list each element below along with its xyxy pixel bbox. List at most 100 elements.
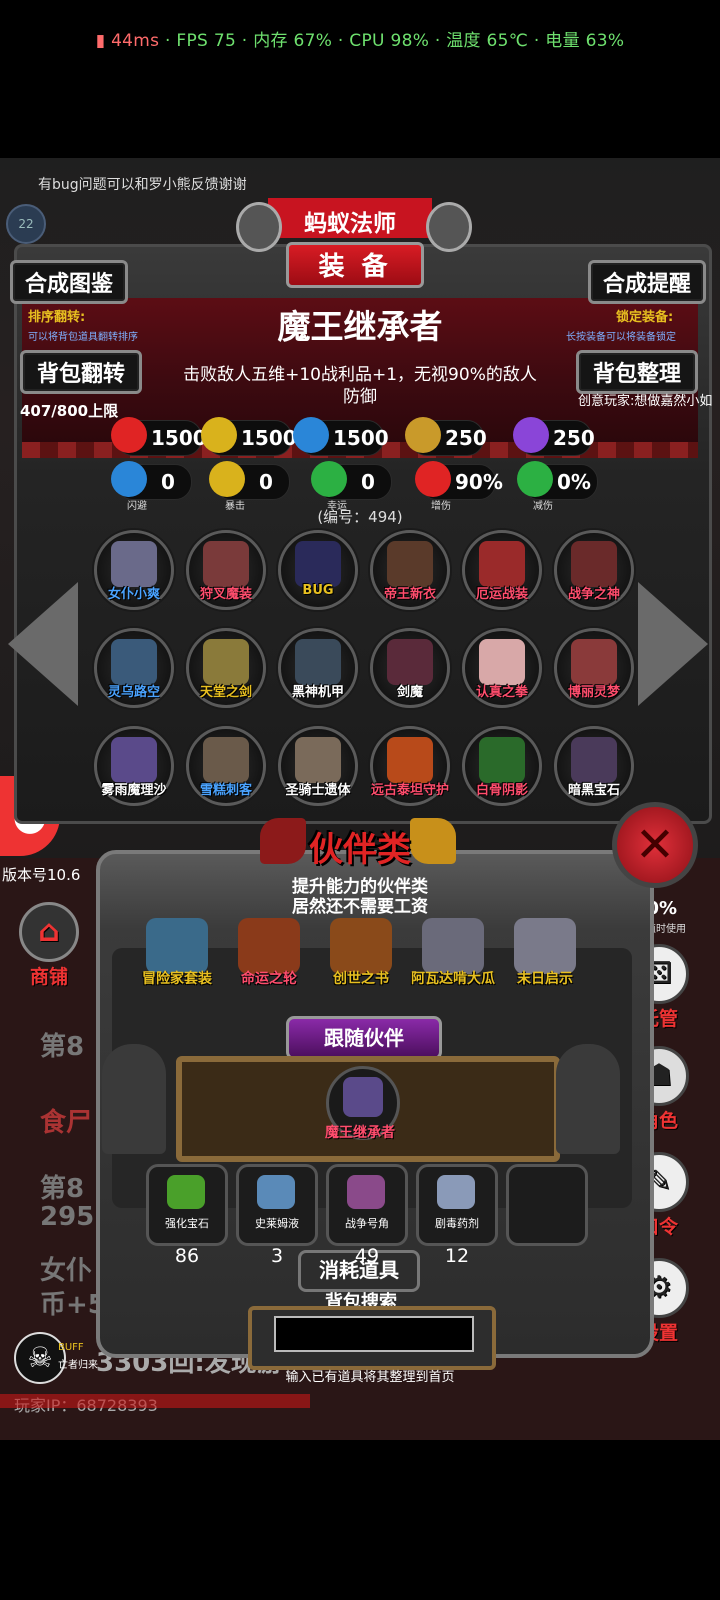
equipment-slot[interactable]: 厄运战装 bbox=[462, 530, 542, 610]
companion-item[interactable]: 命运之轮 bbox=[228, 914, 310, 996]
stat-shield: 0% 减伤 bbox=[517, 461, 598, 512]
level-badge: 22 bbox=[6, 204, 46, 244]
stat-label: 减伤 bbox=[533, 501, 553, 512]
heart-icon bbox=[111, 417, 147, 453]
equipment-slot[interactable]: 暗黑宝石 bbox=[554, 726, 634, 806]
next-page-arrow-icon[interactable] bbox=[638, 582, 708, 706]
companion-item[interactable]: 末日启示 bbox=[504, 914, 586, 996]
equipment-portrait bbox=[479, 541, 525, 587]
equipment-slot[interactable]: 雪糕刺客 bbox=[186, 726, 266, 806]
equipment-portrait bbox=[203, 541, 249, 587]
stat-value: 1500 bbox=[151, 426, 207, 450]
bg-line-2: 食尸 bbox=[40, 1108, 93, 1138]
consumable-slot[interactable]: 强化宝石 86 bbox=[146, 1164, 228, 1267]
strength-icon bbox=[201, 417, 237, 453]
damage-up-icon bbox=[415, 461, 451, 497]
companion-item[interactable]: 创世之书 bbox=[320, 914, 402, 996]
equipment-name: 博丽灵梦 bbox=[567, 685, 620, 700]
equipment-slot[interactable]: 白骨阴影 bbox=[462, 726, 542, 806]
equipment-slot[interactable]: 雾雨魔理沙 bbox=[94, 726, 174, 806]
equipment-slot[interactable]: 博丽灵梦 bbox=[554, 628, 634, 708]
equipment-name: 女仆小爽 bbox=[107, 587, 160, 602]
creator-text: 创意玩家:想做嘉然小如 bbox=[578, 394, 713, 409]
equipment-slot[interactable]: 帝王新衣 bbox=[370, 530, 450, 610]
consumable-icon bbox=[347, 1175, 385, 1209]
lock-equip-hint: 长按装备可以将装备锁定 bbox=[566, 332, 676, 343]
companion-item[interactable]: 冒险家套装 bbox=[136, 914, 218, 996]
stat-value: 0 bbox=[161, 470, 175, 494]
equipment-slot[interactable]: 狩叉魔装 bbox=[186, 530, 266, 610]
synthesis-reminder-button[interactable]: 合成提醒 bbox=[588, 260, 706, 304]
companion-item[interactable]: 阿瓦达啃大瓜 bbox=[411, 914, 495, 996]
game-screen: 22 有bug问题可以和罗小熊反馈谢谢 ● 版本号10.6 第8 食尸 第8 2… bbox=[0, 158, 720, 1440]
stat-value: 1500 bbox=[333, 426, 389, 450]
stat-value: 250 bbox=[445, 426, 487, 450]
stat-value: 250 bbox=[553, 426, 595, 450]
skull-ornament-left-icon bbox=[236, 202, 282, 252]
equipment-slot[interactable]: 灵乌路空 bbox=[94, 628, 174, 708]
stat-strength: 1500 bbox=[201, 417, 297, 456]
equipment-name: 天堂之剑 bbox=[199, 685, 252, 700]
sidebar-item-shop[interactable]: ⌂ 商铺 bbox=[14, 902, 84, 989]
sword-icon bbox=[405, 417, 441, 453]
search-input[interactable] bbox=[274, 1316, 474, 1352]
equipment-name: 远古泰坦守护 bbox=[370, 783, 449, 798]
sort-flip-label: 排序翻转: bbox=[28, 310, 86, 325]
consumable-count: 86 bbox=[174, 1245, 200, 1267]
buff-sub-label: 亡者归来 bbox=[58, 1360, 98, 1371]
perf-text: · FPS 75 · 内存 67% · CPU 98% · 温度 65℃ · bbox=[159, 31, 546, 51]
consumable-slot[interactable]: 战争号角 49 bbox=[326, 1164, 408, 1267]
dragon-statue-right-icon bbox=[556, 1044, 620, 1154]
lightning-icon bbox=[513, 417, 549, 453]
equipment-name: 黑神机甲 bbox=[291, 685, 344, 700]
synthesis-book-button[interactable]: 合成图鉴 bbox=[10, 260, 128, 304]
equipment-slot[interactable]: 黑神机甲 bbox=[278, 628, 358, 708]
equipment-slot[interactable]: 战争之神 bbox=[554, 530, 634, 610]
equipment-portrait bbox=[295, 639, 341, 685]
consumable-slot[interactable]: 史莱姆液 3 bbox=[236, 1164, 318, 1267]
dragon-statue-left-icon bbox=[102, 1044, 166, 1154]
equipment-slot[interactable]: 圣骑士遗体 bbox=[278, 726, 358, 806]
stat-wind: 0 闪避 bbox=[111, 461, 192, 512]
consumable-icon bbox=[437, 1175, 475, 1209]
companion-portrait bbox=[514, 918, 576, 974]
consumable-count: 12 bbox=[444, 1245, 470, 1267]
sort-flip-hint: 可以将背包道具翻转排序 bbox=[28, 332, 138, 343]
equipment-slot[interactable]: 女仆小爽 bbox=[94, 530, 174, 610]
consumable-slot[interactable]: 剧毒药剂 12 bbox=[416, 1164, 498, 1267]
stat-damage-up: 90% 增伤 bbox=[415, 461, 503, 512]
equipment-name: 灵乌路空 bbox=[107, 685, 160, 700]
bag-sort-button[interactable]: 背包整理 bbox=[576, 350, 698, 394]
equipment-name: 雾雨魔理沙 bbox=[101, 783, 167, 798]
stat-value: 90% bbox=[455, 470, 503, 494]
bag-flip-button[interactable]: 背包翻转 bbox=[20, 350, 142, 394]
equipment-slot[interactable]: 天堂之剑 bbox=[186, 628, 266, 708]
lock-equip-label: 锁定装备: bbox=[616, 310, 674, 325]
consumable-slot-empty[interactable] bbox=[506, 1164, 588, 1246]
equipment-slot[interactable]: 远古泰坦守护 bbox=[370, 726, 450, 806]
companion-name: 末日启示 bbox=[517, 971, 573, 987]
equipment-name: 暗黑宝石 bbox=[567, 783, 620, 798]
signal-icon: ▮ bbox=[95, 31, 106, 51]
close-button[interactable]: ✕ bbox=[612, 802, 698, 888]
follow-companion-label: 跟随伙伴 bbox=[324, 1026, 404, 1050]
prev-page-arrow-icon[interactable] bbox=[8, 582, 78, 706]
equipment-portrait bbox=[387, 541, 433, 587]
stat-clover: 0 幸运 bbox=[311, 461, 392, 512]
equipment-name: 圣骑士遗体 bbox=[285, 783, 351, 798]
equipment-slot[interactable]: BUG bbox=[278, 530, 358, 610]
equipment-portrait bbox=[479, 737, 525, 783]
stat-label: 暴击 bbox=[225, 501, 245, 512]
stat-label: 增伤 bbox=[431, 501, 451, 512]
stat-value: 1500 bbox=[241, 426, 297, 450]
equipment-slot[interactable]: 认真之拳 bbox=[462, 628, 542, 708]
equipment-name: 帝王新衣 bbox=[383, 587, 436, 602]
equipment-name: 厄运战装 bbox=[475, 587, 528, 602]
capacity-text: 407/800上限 bbox=[20, 402, 119, 420]
equipment-slot[interactable]: 剑魔 bbox=[370, 628, 450, 708]
equipment-name: BUG bbox=[302, 583, 334, 598]
sidebar-shop-label: 商铺 bbox=[29, 966, 68, 988]
equipment-portrait bbox=[479, 639, 525, 685]
companion-portrait bbox=[422, 918, 484, 974]
wind-icon bbox=[111, 461, 147, 497]
